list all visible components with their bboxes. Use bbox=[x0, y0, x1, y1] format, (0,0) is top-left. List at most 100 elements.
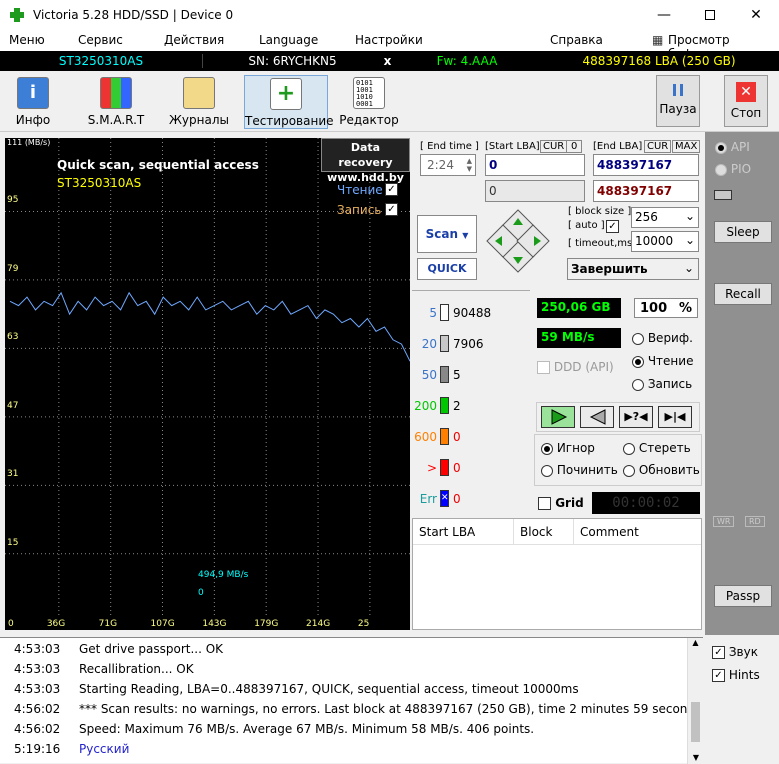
menu-bar: Меню Сервис Действия Language Настройки … bbox=[0, 30, 779, 61]
api-radio[interactable]: API bbox=[715, 140, 750, 154]
editor-label: Редактор bbox=[339, 113, 399, 127]
scan-controls: [ End time ] 2:24 ▲ ▼ [Start LBA] CUR 0 0 … bbox=[412, 138, 702, 288]
info-button[interactable]: i Инфо bbox=[6, 75, 60, 129]
play-button[interactable] bbox=[541, 406, 575, 428]
random-seek-button[interactable]: ▶?◀ bbox=[619, 406, 653, 428]
auto-checkbox[interactable]: ✓ bbox=[606, 220, 619, 233]
log-message: Recallibration... OK bbox=[79, 662, 194, 676]
menu-item-menu[interactable]: Меню bbox=[9, 33, 45, 47]
grid-checkbox[interactable]: Grid bbox=[538, 496, 584, 510]
legend-count: 5 bbox=[453, 368, 461, 382]
close-window-button[interactable]: ✕ bbox=[733, 0, 779, 30]
scanned-gb: 250,06 GB bbox=[537, 298, 621, 318]
smart-button[interactable]: S.M.A.R.T bbox=[86, 75, 146, 129]
menu-item-settings[interactable]: Настройки bbox=[355, 33, 423, 47]
binary-editor-icon: 0101 1001 1010 0001 bbox=[353, 77, 385, 109]
col-block[interactable]: Block bbox=[520, 525, 552, 539]
speed-graph: 111 (MB/s) Quick scan, sequential access… bbox=[5, 138, 410, 630]
error-action-group: Игнор Стереть Починить Обновить bbox=[534, 434, 702, 486]
log-scrollbar[interactable]: ▲ ▼ bbox=[687, 638, 703, 764]
event-log: 4:53:03 Get drive passport... OK 4:53:03 Re… bbox=[0, 637, 703, 764]
col-start-lba[interactable]: Start LBA bbox=[419, 525, 475, 539]
scroll-thumb[interactable] bbox=[691, 702, 700, 742]
scroll-up-icon[interactable]: ▲ bbox=[688, 638, 703, 647]
log-row: 5:19:16 Русский bbox=[14, 742, 684, 762]
sound-checkbox[interactable]: ✓ Звук bbox=[712, 645, 758, 659]
data-recovery-banner[interactable]: Data recovery www.hdd.by bbox=[321, 138, 410, 184]
finish-action-select[interactable]: Завершить ⌄ bbox=[567, 258, 699, 280]
sleep-button[interactable]: Sleep bbox=[714, 221, 772, 243]
start-cur-value[interactable]: 0 bbox=[566, 140, 583, 153]
chevron-down-icon: ⌄ bbox=[684, 209, 695, 223]
col-comment[interactable]: Comment bbox=[580, 525, 639, 539]
verify-radio[interactable]: Вериф. bbox=[632, 331, 693, 345]
drive-model: ST3250310AS bbox=[0, 54, 203, 68]
menu-item-service[interactable]: Сервис bbox=[78, 33, 123, 47]
menu-item-language[interactable]: Language bbox=[259, 33, 318, 47]
log-time: 4:56:02 bbox=[14, 722, 61, 736]
direction-pad[interactable] bbox=[485, 208, 551, 274]
read-checkbox[interactable]: ✓ bbox=[385, 183, 398, 196]
ignore-radio[interactable]: Игнор bbox=[541, 441, 595, 455]
response-legend: 5 90488 20 7906 50 5 200 2 600 0 >0 Err ✕ 0 bbox=[412, 290, 530, 515]
progress-percent: 100% bbox=[634, 298, 698, 318]
legend-row: 50 5 bbox=[412, 365, 530, 385]
x-tick-label: 179G bbox=[254, 619, 279, 629]
end-lba-input[interactable]: 488397167 bbox=[593, 154, 699, 176]
logs-button[interactable]: Журналы bbox=[168, 75, 230, 129]
legend-ms: 50 bbox=[421, 368, 437, 382]
editor-button[interactable]: 0101 1001 1010 0001 Редактор bbox=[338, 75, 400, 129]
legend-count: 0 bbox=[453, 492, 461, 506]
refresh-radio[interactable]: Обновить bbox=[623, 463, 700, 477]
info-label: Инфо bbox=[15, 113, 51, 127]
drive-lba-size: 488397168 LBA (250 GB) bbox=[582, 54, 736, 68]
block-size-select[interactable]: 256 ⌄ bbox=[631, 207, 699, 228]
write-checkbox[interactable]: ✓ bbox=[385, 203, 398, 216]
reverse-button[interactable] bbox=[580, 406, 614, 428]
x-tick-label: 214G bbox=[306, 619, 331, 629]
legend-count: 2 bbox=[453, 399, 461, 413]
read-radio[interactable]: Чтение bbox=[632, 354, 693, 368]
erase-radio[interactable]: Стереть bbox=[623, 441, 691, 455]
log-row: 4:56:02 *** Scan results: no warnings, no… bbox=[14, 702, 699, 722]
clear-drive-x[interactable]: x bbox=[380, 54, 395, 68]
toolbar: i Инфо S.M.A.R.T Журналы + Тестирование … bbox=[0, 71, 779, 132]
drive-info-bar: ST3250310AS SN: 6RYCHKN5 x Fw: 4.AAA 488… bbox=[0, 51, 779, 71]
maximize-button[interactable] bbox=[687, 0, 733, 30]
window-title: Victoria 5.28 HDD/SSD | Device 0 bbox=[33, 8, 234, 22]
menu-item-actions[interactable]: Действия bbox=[164, 33, 224, 47]
log-message: Speed: Maximum 76 MB/s. Average 67 MB/s.… bbox=[79, 722, 535, 736]
write-radio[interactable]: Запись bbox=[632, 377, 692, 391]
timeout-select[interactable]: 10000 ⌄ bbox=[631, 231, 699, 252]
x-tick-label: 143G bbox=[202, 619, 227, 629]
stop-button[interactable]: ✕ Стоп bbox=[724, 75, 768, 127]
pio-radio[interactable]: PIO bbox=[715, 162, 751, 176]
menu-item-help[interactable]: Справка bbox=[550, 33, 603, 47]
log-row: 4:53:03 Recallibration... OK bbox=[14, 662, 684, 682]
playback-controls: ▶?◀ ▶|◀ bbox=[536, 402, 700, 432]
scan-button[interactable]: Scan ▼ bbox=[417, 215, 477, 253]
end-max-button[interactable]: MAX bbox=[672, 140, 701, 153]
pause-button[interactable]: Пауза bbox=[656, 75, 700, 127]
recall-button[interactable]: Recall bbox=[714, 283, 772, 305]
testing-label: Тестирование bbox=[245, 114, 334, 128]
start-lba-input[interactable]: 0 bbox=[485, 154, 585, 176]
timeout-label: [ timeout,ms] bbox=[568, 238, 636, 249]
scroll-down-icon[interactable]: ▼ bbox=[688, 753, 704, 762]
quick-mode-button[interactable]: QUICK bbox=[417, 258, 477, 280]
repair-radio[interactable]: Починить bbox=[541, 463, 618, 477]
legend-ms: > bbox=[426, 461, 437, 475]
rd-indicator: RD bbox=[745, 516, 765, 527]
start-cur-button[interactable]: CUR bbox=[540, 140, 568, 153]
testing-button[interactable]: + Тестирование bbox=[244, 75, 334, 129]
minimize-button[interactable]: — bbox=[641, 0, 687, 30]
end-cur-button[interactable]: CUR bbox=[644, 140, 672, 153]
butterfly-button[interactable]: ▶|◀ bbox=[658, 406, 692, 428]
legend-row: >0 bbox=[412, 458, 530, 478]
buffer-icon: ▦ bbox=[652, 33, 664, 47]
legend-row: 600 0 bbox=[412, 427, 530, 447]
end-time-field[interactable]: 2:24 ▲ ▼ bbox=[420, 154, 476, 176]
ddd-api-checkbox[interactable]: DDD (API) bbox=[537, 360, 614, 374]
hints-checkbox[interactable]: ✓ Hints bbox=[712, 668, 760, 682]
passport-button[interactable]: Passp bbox=[714, 585, 772, 607]
